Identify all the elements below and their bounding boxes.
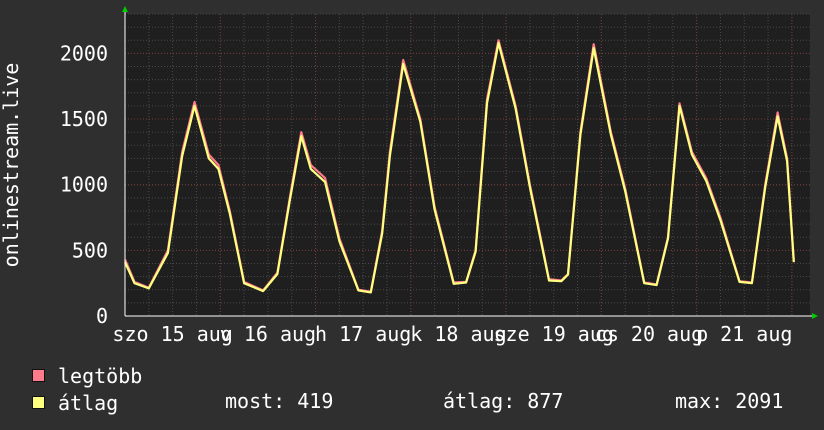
x-tick-label: h 17 aug	[315, 322, 411, 346]
legend-item-legtobb: legtöbb	[32, 362, 142, 389]
x-axis-arrow-icon	[812, 313, 818, 319]
legend-label-atlag: átlag	[58, 390, 119, 415]
x-tick-label: k 18 aug	[410, 322, 506, 346]
y-tick-label: 0	[96, 304, 108, 328]
stat-most: most: 419	[225, 389, 334, 413]
y-tick-label: 1000	[60, 173, 108, 197]
grid	[124, 13, 810, 317]
y-axis-arrow-icon	[122, 6, 128, 12]
legend-label-legtobb: legtöbb	[58, 363, 143, 388]
legend-swatch-atlag	[32, 396, 45, 409]
x-tick-label: v 16 aug	[220, 322, 316, 346]
stat-atlag: átlag: 877	[443, 389, 564, 413]
y-tick-label: 1500	[60, 107, 108, 131]
y-axis-label: onlinestream.live	[0, 63, 23, 268]
stat-max: max: 2091	[675, 389, 784, 413]
plot-area	[125, 14, 810, 316]
legend-item-atlag: átlag	[32, 389, 142, 416]
x-tick-labels: szo 15 augv 16 augh 17 augk 18 augsze 19…	[112, 322, 792, 346]
y-tick-labels: 0 500 1000 1500 2000	[60, 41, 108, 328]
x-tick-label: cs 20 aug	[595, 322, 703, 346]
legend: legtöbb átlag	[32, 362, 142, 416]
x-tick-label: szo 15 aug	[112, 322, 232, 346]
x-tick-label: p 21 aug	[696, 322, 792, 346]
legend-swatch-legtobb	[32, 369, 45, 382]
y-tick-label: 2000	[60, 41, 108, 65]
y-tick-label: 500	[72, 238, 108, 262]
